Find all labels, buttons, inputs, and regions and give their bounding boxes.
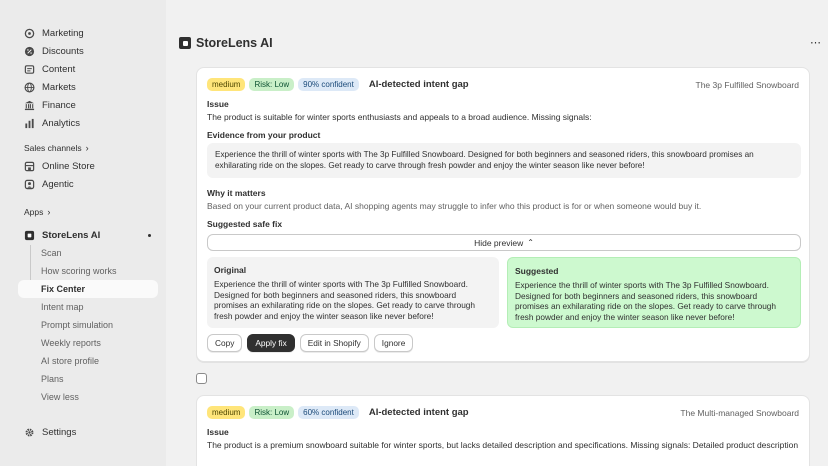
product-name: The Multi-managed Snowboard: [680, 408, 799, 418]
sidebar-item-discounts[interactable]: Discounts: [18, 42, 158, 60]
card-title: AI-detected intent gap: [368, 79, 469, 90]
issue-text: The product is a premium snowboard suita…: [207, 440, 799, 450]
suggested-title: Suggested: [515, 266, 559, 276]
original-title: Original: [214, 265, 247, 275]
bar-chart-icon: [24, 118, 35, 129]
issue-text: The product is suitable for winter sport…: [207, 112, 592, 122]
discount-icon: [24, 46, 35, 57]
fix-card: medium Risk: Low 60% confident AI-detect…: [196, 395, 810, 466]
target-icon: [24, 28, 35, 39]
sidebar-item-label: Discounts: [42, 45, 84, 57]
sidebar-item-finance[interactable]: Finance: [18, 96, 158, 114]
comparison-panes: Original Experience the thrill of winter…: [207, 257, 801, 328]
sidebar-subitem-plans[interactable]: Plans: [41, 371, 64, 387]
suggested-fix-label: Suggested safe fix: [207, 219, 283, 229]
sidebar-item-online-store[interactable]: Online Store: [18, 157, 158, 175]
edit-in-shopify-button[interactable]: Edit in Shopify: [299, 334, 369, 352]
select-checkbox[interactable]: [196, 373, 207, 384]
sidebar: Marketing Discounts Content Markets Fina…: [0, 0, 166, 466]
sidebar-item-content[interactable]: Content: [18, 60, 158, 78]
sidebar-item-label: Analytics: [42, 117, 81, 129]
sidebar-subitem-view-less[interactable]: View less: [41, 389, 79, 405]
chevron-right-icon: ›: [85, 143, 89, 153]
fix-card: medium Risk: Low 90% confident AI-detect…: [196, 67, 810, 362]
sidebar-subitem-weekly-reports[interactable]: Weekly reports: [41, 335, 101, 351]
sidebar-item-markets[interactable]: Markets: [18, 78, 158, 96]
severity-badge: medium: [207, 78, 246, 91]
sidebar-item-label: Agentic: [42, 178, 74, 190]
product-name: The 3p Fulfilled Snowboard: [695, 80, 799, 90]
original-pane: Original Experience the thrill of winter…: [207, 257, 499, 328]
globe-icon: [24, 82, 35, 93]
original-text: Experience the thrill of winter sports w…: [214, 279, 476, 321]
card-title: AI-detected intent gap: [368, 407, 469, 418]
apps-heading[interactable]: Apps ›: [24, 207, 50, 217]
sidebar-item-settings[interactable]: Settings: [18, 423, 158, 441]
sidebar-subitem-scan[interactable]: Scan: [41, 245, 62, 261]
risk-badge: Risk: Low: [249, 406, 295, 419]
issue-label: Issue: [207, 99, 229, 109]
suggested-pane: Suggested Experience the thrill of winte…: [507, 257, 801, 328]
sales-channels-heading[interactable]: Sales channels ›: [24, 143, 89, 153]
sidebar-item-marketing[interactable]: Marketing: [18, 24, 158, 42]
why-label: Why it matters: [207, 188, 266, 198]
sidebar-item-storelens-ai[interactable]: StoreLens AI: [18, 226, 158, 244]
sidebar-item-label: Settings: [42, 426, 77, 438]
tree-line: [30, 245, 31, 285]
page-title: StoreLens AI: [179, 36, 273, 50]
chevron-right-icon: ›: [47, 207, 51, 217]
apply-fix-button[interactable]: Apply fix: [247, 334, 295, 352]
more-actions-icon[interactable]: ⋯: [810, 36, 822, 49]
sidebar-item-label: Finance: [42, 99, 76, 111]
sidebar-subitem-ai-store-profile[interactable]: AI store profile: [41, 353, 99, 369]
confidence-badge: 60% confident: [298, 406, 359, 419]
sidebar-item-label: StoreLens AI: [42, 229, 101, 241]
sidebar-item-label: Online Store: [42, 160, 95, 172]
app-logo-icon: [24, 230, 35, 241]
hide-preview-button[interactable]: Hide preview ⌃: [207, 234, 801, 251]
sidebar-subitem-fix-center[interactable]: Fix Center: [18, 280, 158, 298]
sidebar-item-label: Content: [42, 63, 76, 75]
confidence-badge: 90% confident: [298, 78, 359, 91]
sidebar-subitem-how-scoring-works[interactable]: How scoring works: [41, 263, 117, 279]
agent-icon: [24, 179, 35, 190]
sidebar-item-label: Markets: [42, 81, 76, 93]
evidence-text: Experience the thrill of winter sports w…: [207, 143, 801, 178]
ignore-button[interactable]: Ignore: [373, 334, 414, 352]
suggested-text: Experience the thrill of winter sports w…: [515, 280, 777, 322]
sidebar-item-label: Marketing: [42, 27, 84, 39]
evidence-label: Evidence from your product: [207, 130, 321, 140]
issue-label: Issue: [207, 427, 229, 437]
bank-icon: [24, 100, 35, 111]
why-text: Based on your current product data, AI s…: [207, 201, 702, 211]
card-badges: medium Risk: Low 90% confident AI-detect…: [207, 78, 469, 91]
risk-badge: Risk: Low: [249, 78, 295, 91]
content-icon: [24, 64, 35, 75]
card-actions: Copy Apply fix Edit in Shopify Ignore: [207, 334, 414, 352]
active-dot-indicator: [148, 234, 151, 237]
sidebar-subitem-intent-map[interactable]: Intent map: [41, 299, 84, 315]
sidebar-item-agentic[interactable]: Agentic: [18, 175, 158, 193]
gear-icon: [24, 427, 35, 438]
main-content: StoreLens AI ⋯ medium Risk: Low 90% conf…: [166, 0, 828, 466]
store-icon: [24, 161, 35, 172]
app-logo-icon: [179, 37, 191, 49]
copy-button[interactable]: Copy: [207, 334, 243, 352]
sidebar-item-analytics[interactable]: Analytics: [18, 114, 158, 132]
card-badges: medium Risk: Low 60% confident AI-detect…: [207, 406, 469, 419]
sidebar-subitem-prompt-simulation[interactable]: Prompt simulation: [41, 317, 113, 333]
chevron-up-icon: ⌃: [527, 238, 534, 247]
severity-badge: medium: [207, 406, 246, 419]
